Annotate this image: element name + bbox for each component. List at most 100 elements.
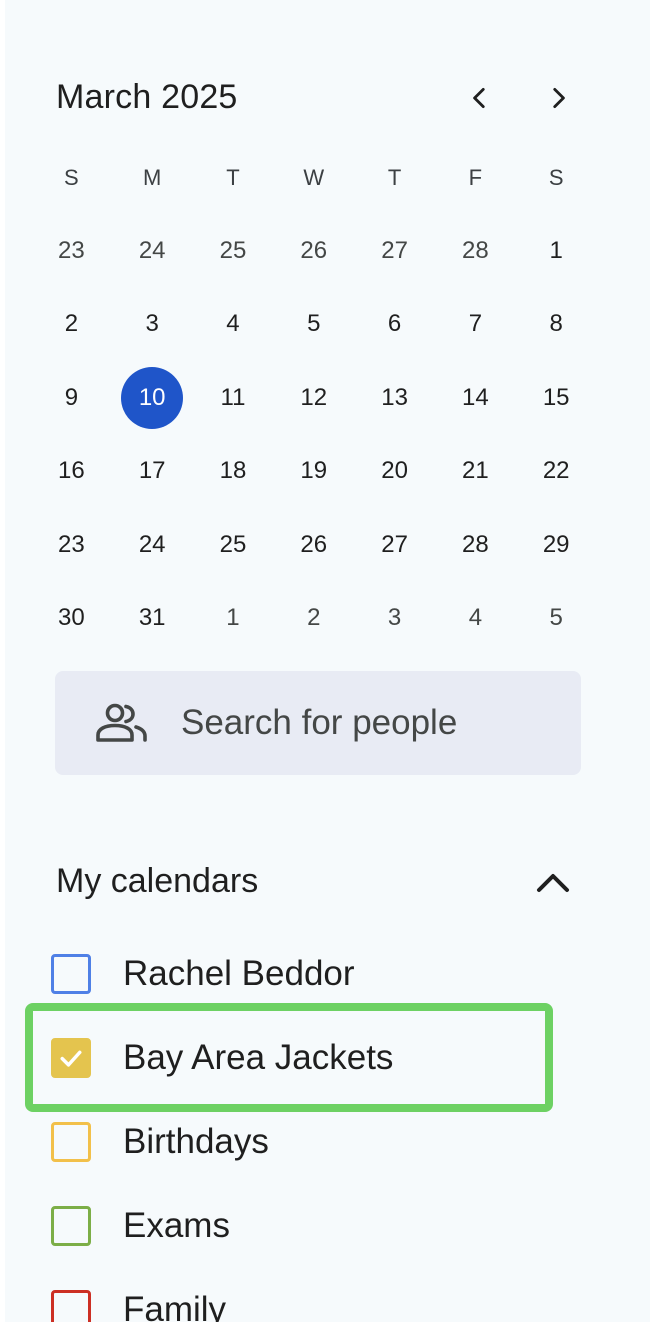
mini-calendar-header: March 2025 (56, 70, 586, 130)
calendar-item[interactable]: Family (51, 1280, 571, 1322)
calendar-item-label: Rachel Beddor (123, 954, 355, 993)
checkbox[interactable] (51, 1206, 91, 1246)
search-placeholder: Search for people (181, 703, 458, 742)
day-number: 13 (381, 383, 408, 411)
day-cell[interactable]: 25 (193, 514, 274, 576)
day-cell[interactable]: 27 (354, 220, 435, 282)
calendar-item-label: Exams (123, 1206, 230, 1245)
day-cell[interactable]: 26 (273, 514, 354, 576)
day-cell[interactable]: 12 (273, 367, 354, 429)
day-cell[interactable]: 6 (354, 293, 435, 355)
checkbox[interactable] (51, 1122, 91, 1162)
day-number: 15 (542, 383, 570, 411)
weekday-label: F (468, 165, 483, 190)
day-cell[interactable]: 24 (112, 514, 193, 576)
day-cell[interactable]: 1 (193, 587, 274, 649)
day-number: 6 (387, 310, 402, 338)
my-calendars-header[interactable]: My calendars (56, 852, 586, 912)
weekday-label: S (548, 165, 564, 190)
search-for-people-input[interactable]: Search for people (55, 671, 581, 775)
checkbox-checked[interactable] (51, 1038, 91, 1078)
day-cell[interactable]: 14 (435, 367, 516, 429)
day-number: 16 (58, 457, 85, 485)
day-number: 27 (381, 236, 408, 264)
day-cell[interactable]: 2 (273, 587, 354, 649)
day-cell[interactable]: 8 (516, 293, 597, 355)
day-cell[interactable]: 24 (112, 220, 193, 282)
day-cell[interactable]: 17 (112, 440, 193, 502)
day-cell[interactable]: 23 (31, 514, 112, 576)
day-cell[interactable]: 11 (193, 367, 274, 429)
day-cell[interactable]: 3 (112, 293, 193, 355)
day-cell[interactable]: 21 (435, 440, 516, 502)
chevron-left-icon (473, 87, 485, 109)
mini-calendar-grid: S M T W T F S 23 24 25 26 27 28 1 2 3 4 5 6 7 8 9 10 11 12 13 14 15… (31, 142, 597, 655)
day-cell[interactable]: 13 (354, 367, 435, 429)
calendar-item[interactable]: Exams (51, 1196, 571, 1256)
day-cell[interactable]: 4 (193, 293, 274, 355)
day-number: 24 (138, 236, 166, 264)
day-cell[interactable]: 31 (112, 587, 193, 649)
day-number: 2 (64, 310, 79, 338)
day-cell[interactable]: 27 (354, 514, 435, 576)
weekday-label: M (143, 165, 162, 190)
day-cell[interactable]: 19 (273, 440, 354, 502)
day-number: 1 (226, 604, 240, 632)
day-number: 28 (462, 530, 489, 558)
calendar-item[interactable]: Rachel Beddor (51, 944, 571, 1004)
day-number: 10 (121, 366, 184, 429)
day-number: 31 (138, 604, 166, 632)
day-number: 19 (300, 457, 328, 485)
week-row: 23 24 25 26 27 28 1 (31, 214, 597, 288)
calendar-item-label: Bay Area Jackets (123, 1038, 394, 1077)
day-cell[interactable]: 22 (516, 440, 597, 502)
week-row: 30 31 1 2 3 4 5 (31, 582, 597, 656)
day-cell[interactable]: 28 (435, 220, 516, 282)
day-cell[interactable]: 23 (31, 220, 112, 282)
day-cell[interactable]: 20 (354, 440, 435, 502)
day-cell[interactable]: 4 (435, 587, 516, 649)
day-number: 8 (549, 310, 563, 338)
day-cell-today[interactable]: 10 (112, 366, 193, 429)
day-cell[interactable]: 30 (31, 587, 112, 649)
day-cell[interactable]: 26 (273, 220, 354, 282)
day-cell[interactable]: 28 (435, 514, 516, 576)
previous-month-button[interactable] (456, 74, 504, 122)
day-number: 25 (219, 530, 247, 558)
day-number: 4 (226, 310, 240, 338)
day-number: 28 (462, 236, 489, 264)
day-number: 3 (387, 604, 402, 632)
day-cell[interactable]: 7 (435, 293, 516, 355)
day-number: 3 (145, 310, 159, 338)
week-row: 9 10 11 12 13 14 15 (31, 361, 597, 435)
chevron-right-icon (553, 87, 565, 109)
day-cell[interactable]: 5 (516, 587, 597, 649)
day-cell[interactable]: 2 (31, 293, 112, 355)
people-icon (95, 702, 149, 744)
day-number: 5 (549, 604, 563, 632)
day-cell[interactable]: 3 (354, 587, 435, 649)
day-cell[interactable]: 18 (193, 440, 274, 502)
next-month-button[interactable] (534, 74, 582, 122)
day-cell[interactable]: 15 (516, 367, 597, 429)
week-row: 16 17 18 19 20 21 22 (31, 435, 597, 509)
checkbox[interactable] (51, 954, 91, 994)
calendar-item[interactable]: Birthdays (51, 1112, 571, 1172)
weekday-header-row: SMTWTFS (31, 142, 597, 214)
day-cell[interactable]: 16 (31, 440, 112, 502)
day-number: 21 (462, 457, 489, 485)
day-cell[interactable]: 5 (273, 293, 354, 355)
day-number: 30 (58, 604, 85, 632)
day-cell[interactable]: 25 (193, 220, 274, 282)
calendar-item[interactable]: Bay Area Jackets (51, 1028, 571, 1088)
checkbox[interactable] (51, 1290, 91, 1322)
day-cell[interactable]: 1 (516, 220, 597, 282)
weekday-label: W (303, 165, 325, 190)
chevron-up-icon[interactable] (531, 860, 575, 904)
day-number: 26 (300, 530, 328, 558)
day-number: 17 (138, 457, 166, 485)
day-cell[interactable]: 9 (31, 367, 112, 429)
day-number: 27 (381, 530, 408, 558)
day-cell[interactable]: 29 (516, 514, 597, 576)
my-calendars-title: My calendars (56, 862, 259, 900)
